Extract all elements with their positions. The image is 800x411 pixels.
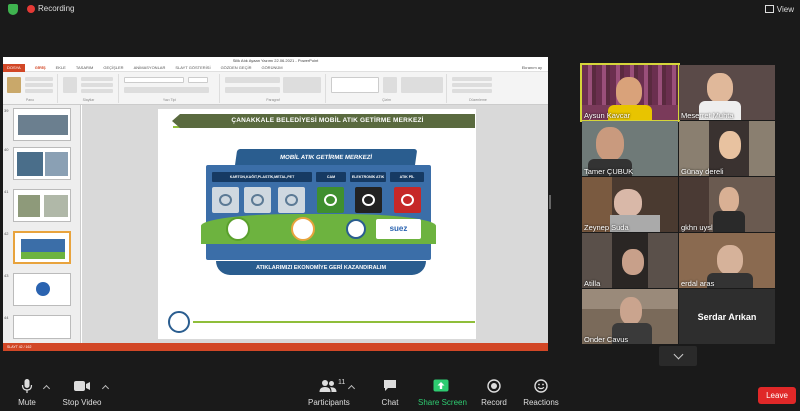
security-shield-icon[interactable] — [8, 4, 18, 15]
share-screen-button[interactable]: Share Screen — [418, 377, 467, 407]
ppt-tab-review[interactable]: GÖZDEN GEÇİR — [221, 65, 252, 70]
shared-screen: Silik Atık Ayaan Yazımı 22.06.2021 - Pow… — [3, 57, 548, 351]
participant-tile[interactable]: Meserret Muhta — [679, 65, 775, 120]
ribbon-group-font: Yazı Tipi — [120, 74, 220, 103]
electronic-waste-icon — [355, 187, 382, 213]
participant-tile[interactable]: Aysun Kavcar — [580, 63, 680, 122]
slide-thumbnail[interactable] — [13, 147, 71, 180]
microphone-icon — [12, 377, 42, 394]
glass-icon — [317, 187, 344, 213]
participant-name-center: Serdar Arıkan — [697, 311, 757, 322]
ppt-ribbon: Pano Slaytlar Yazı Tipi Paragraf Çizim D… — [3, 72, 548, 105]
bin-category: ATIK PİL — [390, 172, 424, 182]
ppt-tab-insert[interactable]: EKLE — [56, 65, 66, 70]
bin-category: CAM — [316, 172, 346, 182]
slide-thumbnail-pane[interactable]: 39 40 41 42 43 44 — [3, 105, 81, 343]
reactions-button[interactable]: Reactions — [522, 377, 560, 407]
split-divider-handle[interactable] — [549, 195, 551, 209]
ppt-tab-home[interactable]: GİRİŞ — [35, 65, 46, 70]
chat-icon — [376, 377, 404, 394]
bin-category: KARTON,KAĞIT,PLASTİK,METAL,PET — [212, 172, 312, 182]
video-camera-icon — [62, 377, 102, 394]
recording-icon — [27, 5, 35, 13]
participant-tile[interactable]: erdal aras — [679, 233, 775, 288]
leave-button[interactable]: Leave — [758, 387, 796, 404]
participants-icon: 11 — [308, 377, 348, 394]
canakkale-municipality-logo — [168, 311, 190, 333]
ppt-tab-animations[interactable]: ANİMASYONLAR — [134, 65, 166, 70]
participant-tile[interactable]: Atilla — [582, 233, 678, 288]
participants-count: 11 — [338, 379, 346, 386]
top-bar: Recording View — [0, 0, 800, 18]
participant-tile[interactable]: Tamer ÇUBUK — [582, 121, 678, 176]
ppt-tab-transitions[interactable]: GEÇİŞLER — [103, 65, 123, 70]
mobile-waste-center-illustration: MOBİL ATIK GETİRME MERKEZİ KARTON,KAĞIT,… — [201, 149, 436, 275]
slide-thumbnail-selected[interactable] — [13, 231, 71, 264]
grid-view-icon — [764, 5, 774, 13]
slide-thumbnail[interactable] — [13, 273, 71, 306]
ppt-user-name: Ekranım ay — [521, 65, 542, 70]
ppt-tab-design[interactable]: TASARIM — [76, 65, 93, 70]
slide-thumbnail[interactable] — [13, 315, 71, 339]
ppt-tab-view[interactable]: GÖRÜNÜM — [261, 65, 282, 70]
participants-button[interactable]: 11 Participants — [308, 377, 350, 407]
participant-tile[interactable]: Onder Cavus — [582, 289, 678, 344]
audio-options-caret[interactable] — [42, 384, 51, 393]
slide-canvas: ÇANAKKALE BELEDİYESİ MOBİL ATIK GETİRME … — [82, 105, 548, 343]
share-screen-icon — [418, 377, 464, 394]
slide-slogan: ATIKLARIMIZI EKONOMİYE GERİ KAZANDIRALIM — [216, 261, 426, 275]
slide-thumbnail[interactable] — [13, 108, 71, 141]
ppt-window-title: Silik Atık Ayaan Yazımı 22.06.2021 - Pow… — [3, 57, 548, 64]
record-button[interactable]: Record — [479, 377, 509, 407]
municipality-logo — [346, 219, 366, 239]
video-options-caret[interactable] — [101, 384, 110, 393]
recycle-icon — [244, 187, 271, 213]
participants-options-caret[interactable] — [347, 384, 356, 393]
view-button[interactable]: View — [764, 3, 794, 15]
chat-button[interactable]: Chat — [376, 377, 404, 407]
ribbon-group-editing: Düzenleme — [448, 74, 508, 103]
recording-label: Recording — [38, 4, 75, 13]
battery-icon — [394, 187, 421, 213]
participant-tile[interactable]: Günay dereli — [679, 121, 775, 176]
meeting-toolbar: Mute Stop Video 11 Participants Chat Sha… — [0, 374, 800, 411]
slide-thumbnail[interactable] — [13, 189, 71, 222]
ribbon-group-clipboard: Pano — [3, 74, 58, 103]
ppt-tab-file[interactable]: DOSYA — [3, 63, 25, 72]
ribbon-group-paragraph: Paragraf — [221, 74, 326, 103]
current-slide: ÇANAKKALE BELEDİYESİ MOBİL ATIK GETİRME … — [158, 109, 476, 339]
bin-category: ELEKTRONİK ATIK — [350, 172, 386, 182]
mute-button[interactable]: Mute — [12, 377, 42, 407]
chevron-down-icon — [673, 349, 683, 360]
ppt-tab-slideshow[interactable]: SLAYT GÖSTERİSİ — [175, 65, 210, 70]
sustainability-logo — [226, 217, 250, 241]
stop-video-button[interactable]: Stop Video — [62, 377, 102, 407]
record-icon — [479, 377, 509, 394]
participant-tile[interactable]: Zeynep Suda — [582, 177, 678, 232]
eco-logo — [291, 217, 315, 241]
ribbon-group-drawing: Çizim — [327, 74, 447, 103]
recycle-icon — [278, 187, 305, 213]
slide-header: ÇANAKKALE BELEDİYESİ MOBİL ATIK GETİRME … — [172, 114, 475, 128]
ppt-ribbon-tabs: DOSYA GİRİŞ EKLE TASARIM GEÇİŞLER ANİMAS… — [3, 63, 548, 72]
ribbon-group-slides: Slaytlar — [59, 74, 119, 103]
smiley-icon — [522, 377, 560, 394]
gallery-next-page-button[interactable] — [659, 346, 697, 366]
participant-tile[interactable]: gkhn uysl — [679, 177, 775, 232]
ppt-status-bar: SLAYT 42 / 162 — [3, 343, 548, 351]
view-label: View — [776, 4, 794, 14]
participant-tile-no-video[interactable]: Serdar Arıkan — [679, 289, 775, 344]
suez-logo: suez — [376, 219, 421, 239]
recycle-icon — [212, 187, 239, 213]
